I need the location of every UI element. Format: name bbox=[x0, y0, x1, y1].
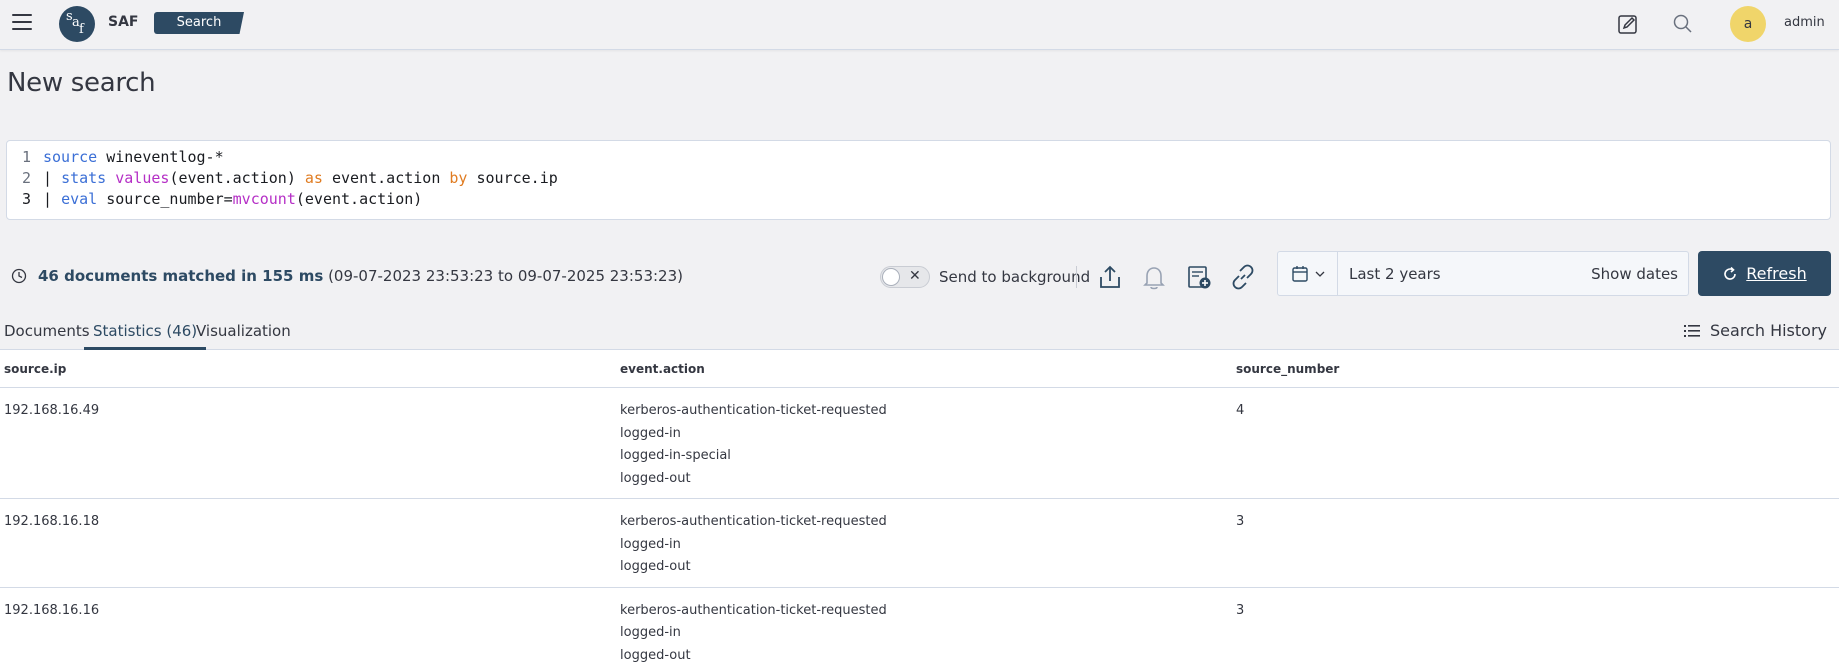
code-token: | bbox=[43, 190, 62, 208]
code-token: source bbox=[43, 148, 98, 166]
menu-icon[interactable] bbox=[12, 14, 32, 30]
code-token: source_number= bbox=[97, 190, 233, 208]
refresh-icon bbox=[1724, 266, 1737, 280]
query-editor[interactable]: 1 source wineventlog-* 2 | stats values(eve… bbox=[6, 140, 1831, 220]
page-title: New search bbox=[7, 68, 156, 98]
search-history-button[interactable]: Search History bbox=[1684, 318, 1827, 344]
search-icon[interactable] bbox=[1670, 11, 1696, 37]
bell-icon[interactable] bbox=[1139, 262, 1169, 292]
event-action-value: logged-out bbox=[620, 470, 691, 486]
date-picker: Last 2 years Show dates bbox=[1277, 251, 1689, 296]
cell-source-number: 4 bbox=[1236, 403, 1245, 418]
refresh-button[interactable]: Refresh bbox=[1698, 251, 1831, 296]
cell-source-ip: 192.168.16.18 bbox=[4, 514, 100, 529]
code-token: by bbox=[449, 169, 468, 187]
event-action-value: kerberos-authentication-ticket-requested bbox=[620, 403, 887, 418]
list-icon bbox=[1684, 325, 1701, 337]
background-toggle[interactable]: ✕ bbox=[880, 266, 930, 288]
clock-icon bbox=[11, 268, 27, 288]
event-action-value: logged-in bbox=[620, 536, 681, 552]
line-number: 1 bbox=[21, 148, 31, 166]
cell-source-number: 3 bbox=[1236, 514, 1245, 529]
code-token: stats bbox=[61, 169, 107, 187]
code-token: event.action bbox=[322, 169, 450, 187]
table-row[interactable]: 192.168.16.18 kerberos-authentication-tic… bbox=[0, 499, 1839, 588]
column-header-event-action[interactable]: event.action bbox=[620, 362, 705, 376]
match-summary: 46 documents matched in 155 ms (09-07-20… bbox=[38, 267, 683, 285]
code-token: values bbox=[115, 169, 170, 187]
date-range-value[interactable]: Last 2 years bbox=[1349, 265, 1441, 283]
code-token: source.ip bbox=[467, 169, 558, 187]
column-header-source-number[interactable]: source_number bbox=[1236, 362, 1339, 376]
code-token: mvcount bbox=[232, 190, 296, 208]
code-line[interactable]: 3 | eval source_number=mvcount(event.acti… bbox=[7, 189, 1830, 210]
toggle-knob bbox=[882, 268, 900, 286]
cell-source-ip: 192.168.16.16 bbox=[4, 602, 100, 618]
code-line[interactable]: 2 | stats values(event.action) as event.a… bbox=[7, 168, 1830, 189]
event-action-value: kerberos-authentication-ticket-requested bbox=[620, 514, 887, 529]
user-avatar[interactable]: a bbox=[1730, 6, 1766, 42]
line-number: 3 bbox=[21, 190, 31, 208]
tab-visualization[interactable]: Visualization bbox=[196, 318, 291, 350]
code-token: as bbox=[304, 169, 323, 187]
cell-source-number: 3 bbox=[1236, 602, 1245, 618]
show-dates-link[interactable]: Show dates bbox=[1591, 265, 1678, 283]
search-history-label: Search History bbox=[1710, 321, 1827, 340]
event-action-value: kerberos-authentication-ticket-requested bbox=[620, 602, 887, 618]
calendar-icon bbox=[1291, 265, 1308, 282]
match-count: 46 documents matched in 155 ms bbox=[38, 267, 324, 285]
tab-documents[interactable]: Documents bbox=[4, 318, 90, 350]
tab-statistics[interactable]: Statistics (46) bbox=[84, 318, 207, 350]
code-token: (event.action) bbox=[169, 169, 305, 187]
brand-name: SAF bbox=[108, 14, 139, 30]
column-header-source-ip[interactable]: source.ip bbox=[4, 362, 66, 376]
edit-icon[interactable] bbox=[1615, 11, 1641, 37]
link-icon[interactable] bbox=[1228, 262, 1258, 292]
breadcrumb-search[interactable]: Search bbox=[154, 12, 244, 34]
cell-source-ip: 192.168.16.49 bbox=[4, 403, 100, 418]
line-number: 2 bbox=[21, 169, 31, 187]
add-report-icon[interactable] bbox=[1184, 262, 1214, 292]
code-token: | bbox=[43, 169, 62, 187]
code-token: eval bbox=[61, 190, 98, 208]
username[interactable]: admin bbox=[1784, 15, 1825, 30]
cell-event-action: kerberos-authentication-ticket-requested… bbox=[620, 600, 887, 668]
date-quick-menu[interactable] bbox=[1278, 252, 1338, 295]
table-row[interactable]: 192.168.16.49 kerberos-authentication-tic… bbox=[0, 388, 1839, 499]
saf-logo-icon[interactable]: saf bbox=[59, 6, 95, 42]
results-table: source.ip event.action source_number 192… bbox=[0, 350, 1839, 668]
result-tabs: Documents Statistics (46) Visualization … bbox=[0, 318, 1839, 350]
code-token: wineventlog-* bbox=[97, 148, 224, 166]
event-action-value: logged-in-special bbox=[620, 448, 731, 463]
cell-event-action: kerberos-authentication-ticket-requested… bbox=[620, 400, 887, 490]
code-token: (event.action) bbox=[295, 190, 423, 208]
close-icon: ✕ bbox=[909, 268, 921, 284]
share-icon[interactable] bbox=[1095, 262, 1125, 292]
cell-event-action: kerberos-authentication-ticket-requested… bbox=[620, 511, 887, 579]
divider bbox=[1076, 266, 1077, 288]
chevron-down-icon bbox=[1315, 271, 1324, 277]
top-header: saf SAF Search a admin bbox=[0, 0, 1839, 50]
event-action-value: logged-in bbox=[620, 425, 681, 441]
table-header: source.ip event.action source_number bbox=[0, 350, 1839, 388]
event-action-value: logged-in bbox=[620, 625, 681, 640]
event-action-value: logged-out bbox=[620, 559, 691, 574]
match-range: (09-07-2023 23:53:23 to 09-07-2025 23:53… bbox=[328, 267, 683, 285]
table-row[interactable]: 192.168.16.16 kerberos-authentication-tic… bbox=[0, 588, 1839, 668]
code-line[interactable]: 1 source wineventlog-* bbox=[7, 147, 1830, 168]
event-action-value: logged-out bbox=[620, 647, 691, 663]
refresh-label: Refresh bbox=[1746, 264, 1807, 283]
background-label: Send to background bbox=[939, 268, 1091, 286]
